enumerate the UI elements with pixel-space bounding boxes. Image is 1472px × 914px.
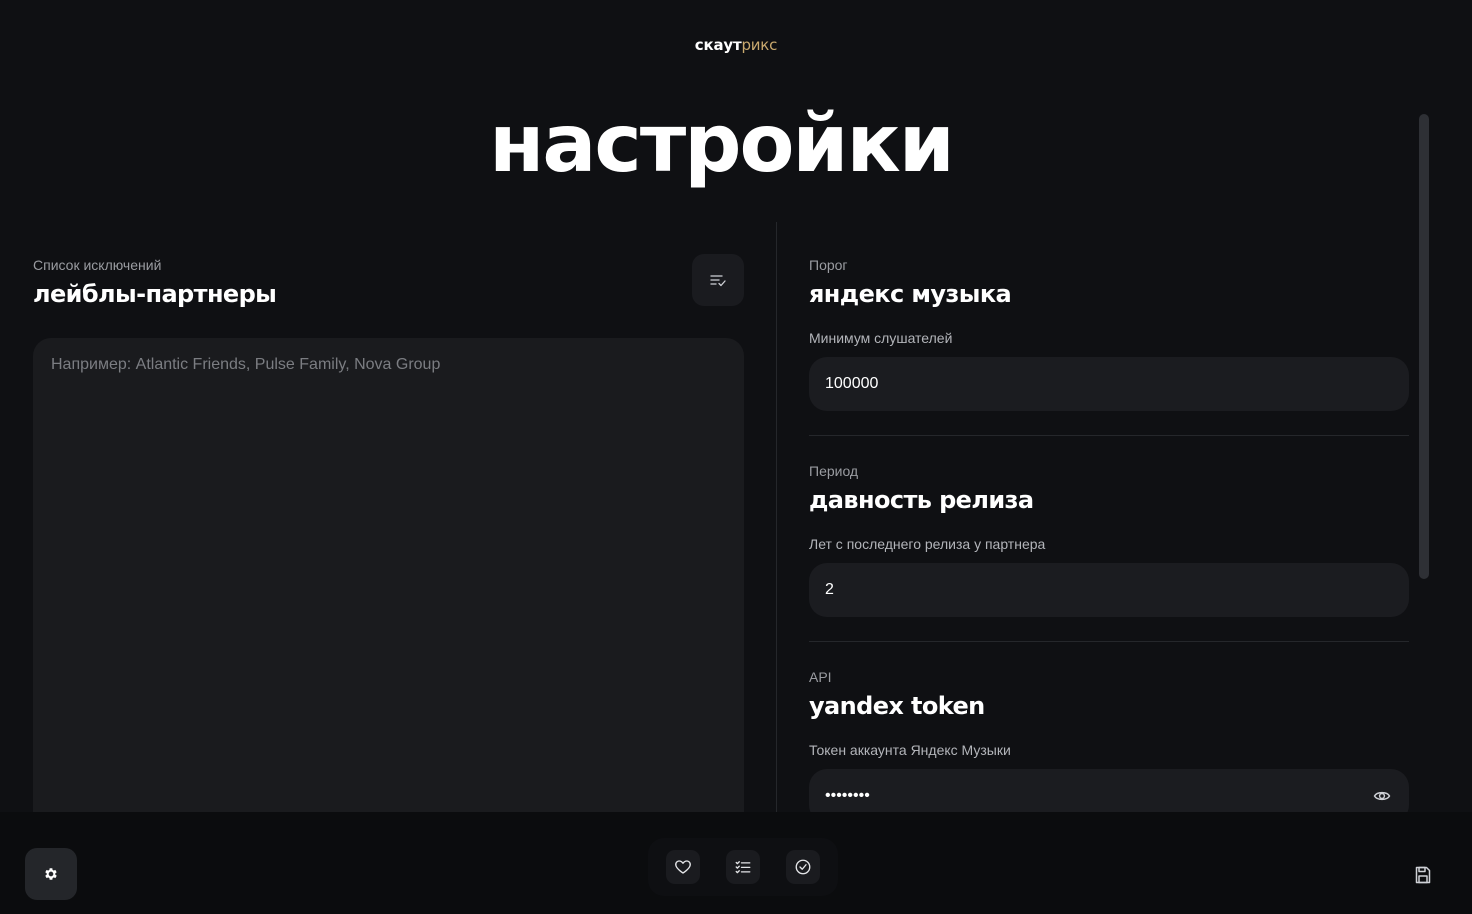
nav-done-button[interactable] [786, 850, 820, 884]
settings-separator [809, 641, 1409, 642]
page-title: настройки [489, 97, 955, 190]
gear-icon [45, 868, 57, 880]
threshold-heading: яндекс музыка [809, 280, 1012, 308]
settings-button[interactable] [25, 848, 77, 900]
min-listeners-input[interactable] [809, 357, 1409, 411]
exclusions-heading: лейблы-партнеры [33, 280, 277, 308]
column-divider [776, 222, 777, 812]
exclusions-eyebrow: Список исключений [33, 257, 162, 273]
min-listeners-label: Минимум слушателей [809, 330, 953, 346]
setting-period: Период давность релиза Лет с последнего … [809, 462, 1409, 617]
check-circle-icon [795, 859, 811, 875]
floppy-disk-icon [1415, 866, 1431, 884]
settings-page: скаутрикс настройки Список исключений ле… [0, 0, 1472, 914]
years-since-release-label: Лет с последнего релиза у партнера [809, 536, 1046, 552]
list-format-button[interactable] [692, 254, 744, 306]
scrollbar[interactable] [1419, 114, 1429, 812]
settings-separator [809, 435, 1409, 436]
logo-part-2: рикс [741, 36, 778, 54]
period-eyebrow: Период [809, 463, 859, 479]
eye-icon [1373, 791, 1391, 801]
years-since-release-input[interactable] [809, 563, 1409, 617]
threshold-eyebrow: Порог [809, 257, 848, 273]
list-check-icon [735, 861, 751, 874]
period-heading: давность релиза [809, 486, 1034, 514]
list-check-icon [710, 275, 726, 287]
app-logo[interactable]: скаутрикс [0, 36, 1472, 54]
nav-favorites-button[interactable] [666, 850, 700, 884]
setting-threshold: Порог яндекс музыка Минимум слушателей [809, 256, 1409, 411]
setting-api: API yandex token Токен аккаунта Яндекс М… [809, 668, 1409, 823]
api-eyebrow: API [809, 669, 832, 685]
exclusions-section: Список исключений лейблы-партнеры [33, 254, 744, 818]
nav-list-button[interactable] [726, 850, 760, 884]
exclusions-textarea[interactable] [33, 338, 744, 818]
token-label: Токен аккаунта Яндекс Музыки [809, 742, 1011, 758]
bottom-bar [0, 812, 1472, 914]
heart-icon [675, 860, 691, 874]
toggle-visibility-button[interactable] [1371, 785, 1393, 807]
save-button[interactable] [1410, 862, 1436, 888]
scrollbar-thumb[interactable] [1419, 114, 1429, 579]
settings-list: Порог яндекс музыка Минимум слушателей П… [809, 256, 1409, 823]
bottom-nav [648, 838, 838, 896]
logo-part-1: скаут [694, 36, 742, 54]
api-heading: yandex token [809, 692, 985, 720]
